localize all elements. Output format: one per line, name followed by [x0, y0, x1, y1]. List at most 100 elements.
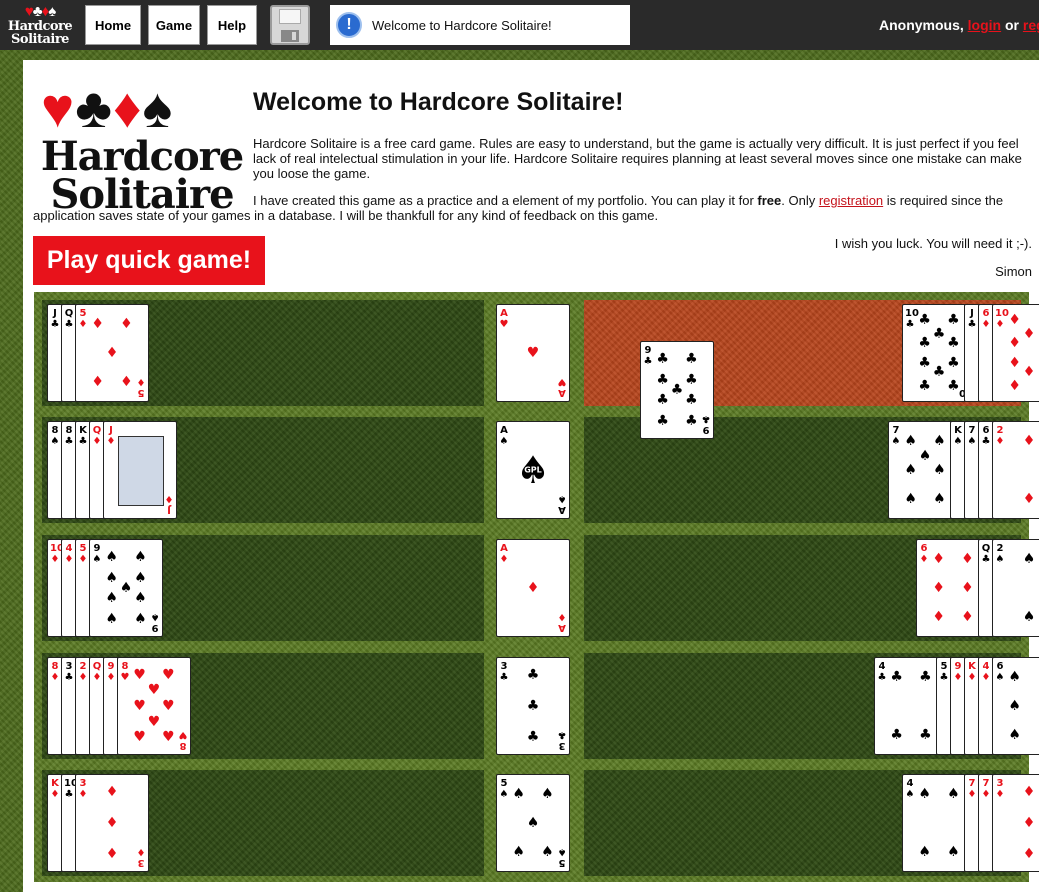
card-rank-top: 4 ♦ [64, 543, 74, 565]
nav-home-button[interactable]: Home [85, 5, 141, 45]
intro-paragraph: Hardcore Solitaire is a free card game. … [253, 136, 1022, 181]
card-rank-top: Q ♦ [92, 425, 102, 447]
left-stack-card[interactable]: 8 ♥ 8 ♥ ♥ ♥ ♥ ♥ ♥ ♥ ♥ ♥ [117, 657, 191, 755]
info-icon: ! [336, 12, 362, 38]
card-pip: ♦ [932, 580, 945, 596]
card-rank-bottom: 5 ♠ [557, 846, 567, 868]
foundation-card[interactable]: 3 ♣ 3 ♣ ♣ ♣ ♣ [496, 657, 570, 755]
or-text: or [1005, 17, 1019, 33]
right-stack-card[interactable]: 3♦3♦♦♦♦ [992, 774, 1039, 872]
site-logo[interactable]: ♥♣♦♠ Hardcore Solitaire [4, 4, 76, 46]
card-pip: ♣ [656, 412, 669, 429]
left-stack-card[interactable]: J ♦ J ♦ [103, 421, 177, 519]
card-rank-top: A ♠ [499, 425, 509, 447]
card-pip: ♣ [919, 669, 932, 686]
card-pip: ♠ [1008, 698, 1021, 714]
card-pip: ♦ [1008, 312, 1021, 329]
nav-help-button[interactable]: Help [207, 5, 257, 45]
card-pip: ♣ [890, 726, 903, 743]
right-stack-card[interactable]: 10♦10♦♦♦♦♦♦♦♦♦♦♦ [992, 304, 1039, 402]
card-pip: ♦ [91, 316, 104, 333]
card-pip: ♣ [526, 728, 540, 745]
play-quick-game-button[interactable]: Play quick game! [33, 236, 265, 285]
card-pip: ♦ [1022, 433, 1036, 450]
card-pip: ♣ [932, 364, 946, 381]
card-rank-top: 7 ♠ [967, 425, 977, 447]
foundation-card[interactable]: A ♠ A ♠ ♠ GPL [496, 421, 570, 519]
card-pip: ♥ [162, 667, 175, 684]
hardcore-solitaire-logo: ♥♣♦♠ Hardcore Solitaire [39, 80, 245, 220]
card-rank-bottom: 9 ♠ [150, 611, 160, 633]
card-pip: ♦ [105, 784, 119, 801]
card-pip: ♦ [1008, 377, 1021, 394]
left-stack-card[interactable]: 9 ♠ 9 ♠ ♠ ♠ ♠ ♠ ♠ ♠ ♠ ♠ ♠ [89, 539, 163, 637]
dragged-card[interactable]: 9 ♣ 9 ♣ ♣ ♣ ♣ ♣ ♣ ♣ ♣ ♣ ♣ [640, 341, 714, 439]
top-bar: ♥♣♦♠ Hardcore Solitaire Home Game Help !… [0, 0, 1039, 50]
card-pip: ♠ [134, 549, 147, 566]
foundation-card[interactable]: A ♦ A ♦ ♦ [496, 539, 570, 637]
card-pip: ♠ [947, 843, 960, 860]
card-pip: ♦ [1022, 784, 1036, 801]
face-card-art [118, 436, 164, 506]
card-pip: ♣ [947, 377, 960, 394]
card-pip: ♥ [526, 345, 540, 361]
card-rank-top: 10 ♦ [50, 543, 64, 565]
register-link[interactable]: regi [1023, 17, 1039, 33]
card-pip: ♠ [119, 580, 133, 596]
card-pip: ♦ [1022, 364, 1036, 381]
card-rank-top: 3 ♣ [64, 661, 74, 683]
card-pip: ♣ [919, 726, 932, 743]
card-rank-top: 5 ♦ [78, 543, 88, 565]
card-pip: ♥ [133, 728, 146, 745]
card-rank-top: 7 ♦ [967, 778, 977, 800]
card-pip: ♥ [147, 681, 161, 698]
card-pip: ♠ [933, 490, 946, 507]
portfolio-paragraph-line2: application saves state of your games in… [33, 208, 659, 223]
right-stack-card[interactable]: 2♦2♦♦♦ [992, 421, 1039, 519]
nav-game-button[interactable]: Game [148, 5, 200, 45]
foundation-card[interactable]: 5 ♠ 5 ♠ ♠ ♠ ♠ ♠ ♠ [496, 774, 570, 872]
card-pip: ♣ [918, 312, 931, 329]
portfolio-paragraph: I have created this game as a practice a… [253, 193, 1004, 208]
card-pip: ♠ [134, 610, 147, 627]
card-rank-top: 10 ♣ [64, 778, 78, 800]
card-pip: ♦ [932, 551, 945, 568]
foundation-card[interactable]: A ♥ A ♥ ♥ [496, 304, 570, 402]
card-pip: ♦ [1022, 490, 1036, 507]
card-rank-top: Q ♣ [64, 308, 74, 330]
message-text: Welcome to Hardcore Solitaire! [372, 17, 552, 33]
login-link[interactable]: login [968, 17, 1001, 33]
card-pip: ♦ [120, 373, 133, 390]
card-rank-bottom: 8 ♥ [178, 729, 188, 751]
logo-word-2: Solitaire [11, 32, 69, 47]
left-stack-card[interactable]: 3 ♦ 3 ♦ ♦ ♦ ♦ [75, 774, 149, 872]
card-pip: ♠ [541, 843, 554, 860]
registration-link[interactable]: registration [819, 193, 883, 208]
card-rank-top: Q ♦ [92, 661, 102, 683]
signature: Simon [995, 264, 1032, 279]
card-rank-top: 9 ♣ [643, 345, 653, 367]
card-rank-top: 8 ♣ [64, 425, 74, 447]
right-stack-card[interactable]: 2♠2♠♠♠ [992, 539, 1039, 637]
card-pip: ♣ [947, 335, 960, 352]
card-pip: ♦ [105, 815, 119, 831]
card-pip: ♠ [105, 589, 118, 606]
card-rank-top: 10 ♣ [905, 308, 919, 330]
card-pip: ♠ [105, 570, 118, 587]
right-stack-card[interactable]: 6♠6♠♠♠♠♠♠♠ [992, 657, 1039, 755]
card-pip: ♠ [904, 462, 917, 478]
left-stack-card[interactable]: 5♦5♦♦♦♦♦♦ [75, 304, 149, 402]
card-rank-bottom: 9 ♣ [701, 413, 711, 435]
card-rank-top: Q ♣ [981, 543, 991, 565]
card-rank-top: K ♦ [967, 661, 977, 683]
card-pip: ♦ [1022, 325, 1036, 342]
card-rank-top: 2 ♦ [78, 661, 88, 683]
card-pip: ♠ [134, 589, 147, 606]
card-pip: ♣ [947, 354, 960, 371]
user-name: Anonymous, [879, 17, 964, 33]
card-rank-top: 3 ♦ [995, 778, 1005, 800]
floppy-disk-icon[interactable] [270, 5, 310, 45]
card-rank-top: J ♣ [967, 308, 977, 330]
card-pip: ♣ [685, 412, 698, 429]
card-pip: ♠ [1022, 608, 1036, 625]
